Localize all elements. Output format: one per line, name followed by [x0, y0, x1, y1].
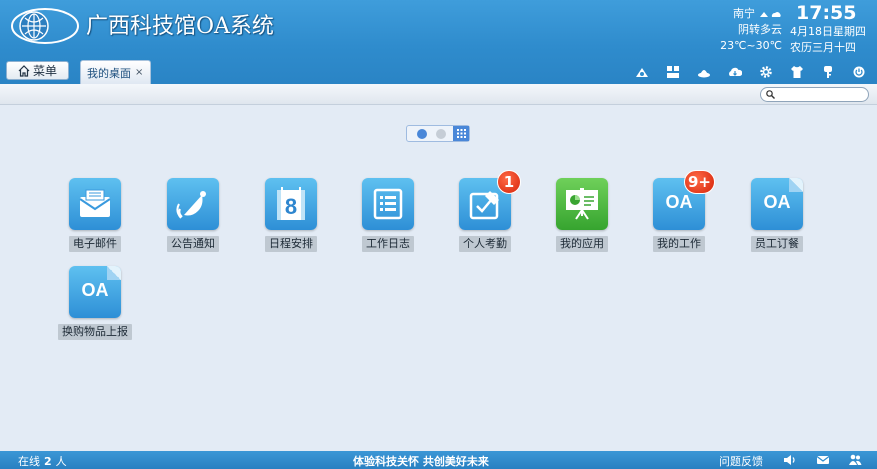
presentation-icon [556, 178, 608, 230]
search-bar [0, 84, 877, 105]
cloud-icon[interactable] [719, 63, 750, 81]
home-icon [18, 64, 30, 77]
weather-city: 南宁 [733, 7, 755, 20]
skin-icon[interactable] [626, 63, 657, 81]
tab-label: 我的桌面 [87, 66, 131, 80]
search-input[interactable] [778, 88, 864, 101]
weather-icon [760, 12, 781, 17]
app-label: 工作日志 [362, 236, 414, 252]
weather-condition: 阴转多云 [738, 23, 782, 36]
calendar-icon: 8 [265, 178, 317, 230]
gear-icon[interactable] [750, 63, 781, 81]
grid-icon [456, 129, 466, 138]
svg-text:8: 8 [285, 194, 297, 219]
shirt-icon[interactable] [781, 63, 812, 81]
bell-icon [167, 178, 219, 230]
app-label: 公告通知 [167, 236, 219, 252]
tab-my-desktop[interactable]: 我的桌面 × [80, 60, 151, 84]
clock-time: 17:55 [796, 2, 857, 24]
mail-icon [69, 178, 121, 230]
clock-widget: 17:55 4月18日星期四 农历三月十四 [790, 2, 877, 56]
weather-widget: 南宁 阴转多云 23℃~30℃ [716, 6, 782, 54]
online-count[interactable]: 在线 2 人 [18, 453, 67, 469]
oa-doc-icon: OA [69, 266, 121, 318]
page-dot-2[interactable] [436, 128, 446, 139]
power-icon[interactable] [843, 63, 874, 81]
status-bar: 在线 2 人 体验科技关怀 共创美好未来 问题反馈 [0, 451, 877, 469]
search-box[interactable] [760, 87, 869, 102]
app-schedule[interactable]: 8 日程安排 [246, 178, 336, 252]
app-my-work[interactable]: OA 9+ 我的工作 [634, 170, 724, 252]
tab-close-icon[interactable]: × [135, 67, 143, 78]
clock-lunar-date: 农历三月十四 [790, 41, 856, 54]
app-my-apps[interactable]: 我的应用 [537, 178, 627, 252]
grid-view-button[interactable] [453, 126, 469, 141]
app-label: 员工订餐 [751, 236, 803, 252]
oa-doc-icon: OA 9+ [653, 170, 715, 230]
list-icon [362, 178, 414, 230]
users-icon[interactable] [848, 453, 862, 467]
weather-temperature: 23℃~30℃ [720, 39, 782, 52]
app-work-log[interactable]: 工作日志 [343, 178, 433, 252]
app-label: 我的工作 [653, 236, 705, 252]
hat-icon[interactable] [688, 63, 719, 81]
clock-date: 4月18日星期四 [790, 25, 866, 38]
oa-doc-icon: OA [751, 178, 803, 230]
app-item-exchange-report[interactable]: OA 换购物品上报 [50, 266, 140, 340]
app-header: 广西科技馆OA系统 南宁 阴转多云 23℃~30℃ 17:55 4月18日星期四… [0, 0, 877, 84]
app-label: 我的应用 [556, 236, 608, 252]
slogan: 体验科技关怀 共创美好未来 [353, 455, 489, 468]
search-icon [766, 90, 775, 99]
speaker-icon[interactable] [782, 453, 796, 467]
app-label: 个人考勤 [459, 236, 511, 252]
toolbar [626, 63, 874, 81]
menu-button-label: 菜单 [32, 64, 57, 78]
page-dot-1[interactable] [417, 128, 427, 139]
checkin-icon: 1 [459, 170, 521, 230]
app-label: 换购物品上报 [58, 324, 132, 340]
app-announcements[interactable]: 公告通知 [148, 178, 238, 252]
app-staff-meals[interactable]: OA 员工订餐 [732, 178, 822, 252]
app-label: 电子邮件 [69, 236, 121, 252]
app-email[interactable]: 电子邮件 [50, 178, 140, 252]
app-attendance[interactable]: 1 个人考勤 [440, 170, 530, 252]
app-label: 日程安排 [265, 236, 317, 252]
desktop-pager [406, 125, 470, 142]
menu-button[interactable]: 菜单 [6, 61, 69, 80]
key-icon[interactable] [812, 63, 843, 81]
notification-badge: 9+ [683, 170, 715, 194]
layout-icon[interactable] [657, 63, 688, 81]
message-icon[interactable] [816, 453, 830, 467]
logo-icon [11, 8, 79, 44]
notification-badge: 1 [497, 170, 521, 194]
feedback-link[interactable]: 问题反馈 [719, 453, 763, 469]
app-title: 广西科技馆OA系统 [86, 14, 274, 39]
